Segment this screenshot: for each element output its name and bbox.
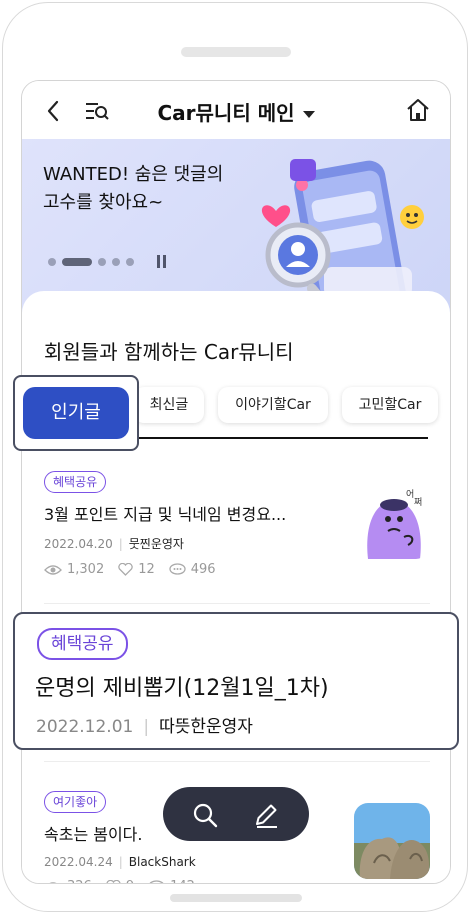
write-pencil-icon[interactable] xyxy=(251,800,281,830)
category-badge: 여기좋아 xyxy=(44,791,107,813)
post-item[interactable]: 혜택공유 3월 포인트 지급 및 닉네임 변경요... 2022.04.20 | 뭇… xyxy=(44,471,430,577)
banner-dot[interactable] xyxy=(112,258,120,266)
like-count: 12 xyxy=(138,562,155,577)
post-date: 2022.04.24 xyxy=(44,855,113,869)
banner-dot[interactable] xyxy=(98,258,106,266)
banner-illustration xyxy=(261,159,424,315)
post-meta: 2022.12.01 | 따뜻한운영자 xyxy=(36,717,253,737)
banner-dot[interactable] xyxy=(126,258,134,266)
tab-story-car[interactable]: 이야기할Car xyxy=(218,387,328,423)
popular-tab-highlight: 인기글 xyxy=(13,375,139,451)
page-title-dropdown[interactable]: Car뮤니티 메인 xyxy=(22,97,450,126)
post-author: BlackShark xyxy=(128,855,196,869)
rock-landscape-thumbnail xyxy=(354,803,430,879)
eye-icon xyxy=(44,564,62,575)
banner-dot[interactable] xyxy=(48,258,56,266)
comment-count: 496 xyxy=(190,562,216,577)
floating-action-bar xyxy=(163,787,309,841)
post-author: 뭇찐운영자 xyxy=(128,537,184,551)
home-icon[interactable] xyxy=(405,98,431,122)
tab-popular[interactable]: 인기글 xyxy=(23,387,129,439)
svg-text:쩌: 쩌 xyxy=(414,497,422,508)
tab-worry-car[interactable]: 고민할Car xyxy=(342,387,438,423)
post-title: 운명의 제비뽑기(12월1일_1차) xyxy=(35,676,329,701)
app-header: Car뮤니티 메인 xyxy=(22,81,450,139)
banner-dot-active[interactable] xyxy=(62,258,92,266)
comment-count: 142 xyxy=(170,879,195,883)
post-author: 따뜻한운영자 xyxy=(159,717,253,737)
banner-title: WANTED! 숨은 댓글의 고수를 찾아요~ xyxy=(43,164,224,213)
category-badge: 혜택공유 xyxy=(44,471,107,493)
post-date: 2022.12.01 xyxy=(36,717,134,737)
eye-icon xyxy=(48,881,58,883)
heart-icon[interactable] xyxy=(106,880,121,884)
tab-underline xyxy=(132,437,428,439)
phone-speaker xyxy=(181,47,291,57)
pause-icon[interactable] xyxy=(156,255,168,268)
divider xyxy=(44,603,430,604)
divider xyxy=(44,761,430,762)
post-stats: 326 9 142 xyxy=(44,879,430,884)
post-stats: 1,302 12 496 xyxy=(44,562,430,577)
app-screen: WANTED! 숨은 댓글의 고수를 찾아요~ Car뮤니티 메인 회원들과 함… xyxy=(21,80,451,884)
comment-icon[interactable] xyxy=(148,880,165,884)
tab-latest[interactable]: 최신글 xyxy=(134,387,204,423)
chevron-down-icon xyxy=(302,111,315,118)
home-indicator xyxy=(170,894,302,902)
heart-icon[interactable] xyxy=(118,563,133,576)
post-date: 2022.04.20 xyxy=(44,537,113,551)
search-icon[interactable] xyxy=(191,801,219,829)
view-count: 326 xyxy=(67,879,92,883)
banner-pagination[interactable] xyxy=(48,257,134,267)
page-title: Car뮤니티 메인 xyxy=(157,101,295,125)
like-count: 9 xyxy=(126,879,134,883)
purple-character-thumbnail: 어 쩌 xyxy=(354,483,430,559)
featured-post-highlight[interactable]: 혜택공유 운명의 제비뽑기(12월1일_1차) 2022.12.01 | 따뜻한운영… xyxy=(13,612,459,750)
section-title: 회원들과 함께하는 Car뮤니티 xyxy=(44,340,294,364)
comment-icon[interactable] xyxy=(169,563,186,576)
category-badge: 혜택공유 xyxy=(37,628,128,660)
view-count: 1,302 xyxy=(67,562,105,577)
